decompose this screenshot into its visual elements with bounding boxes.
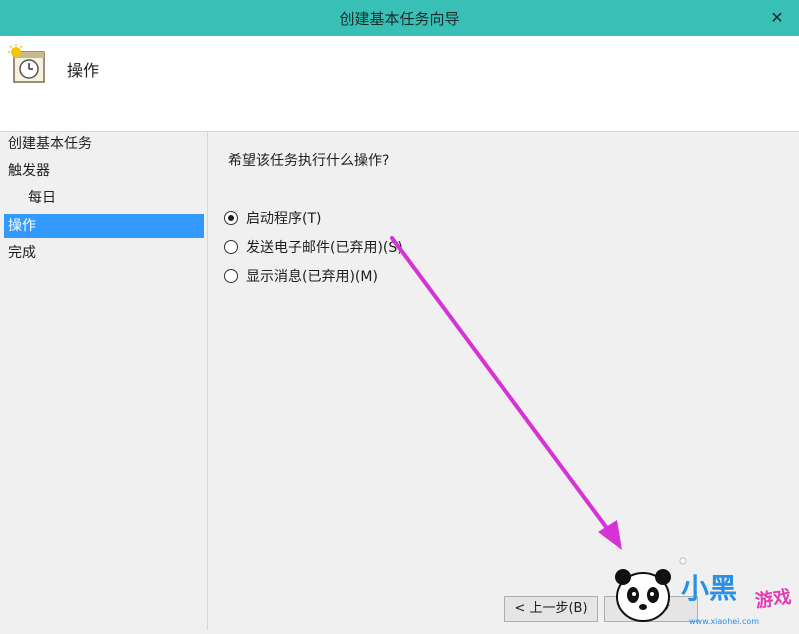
title-bar: 创建基本任务向导 ✕: [0, 0, 799, 36]
option-label: 启动程序(T): [246, 211, 322, 227]
radio-show-message[interactable]: [224, 269, 238, 283]
close-button[interactable]: ✕: [765, 6, 789, 28]
option-show-message[interactable]: 显示消息(已弃用)(M): [224, 265, 378, 287]
option-label: 显示消息(已弃用)(M): [246, 269, 378, 285]
sidebar-item-trigger: 触发器: [8, 163, 50, 179]
action-question: 希望该任务执行什么操作?: [228, 153, 390, 169]
option-label: 发送电子邮件(已弃用)(S): [246, 240, 403, 256]
sidebar-item-daily: 每日: [28, 190, 56, 206]
sidebar-item-action: 操作: [4, 214, 204, 238]
watermark-brand: 小黑: [681, 572, 738, 605]
watermark-url: www.xiaohei.com: [689, 617, 760, 626]
page-title: 操作: [67, 61, 100, 80]
option-start-program[interactable]: 启动程序(T): [224, 207, 321, 229]
option-send-email[interactable]: 发送电子邮件(已弃用)(S): [224, 236, 403, 258]
sidebar-item-finish: 完成: [8, 245, 36, 261]
radio-send-email[interactable]: [224, 240, 238, 254]
back-button[interactable]: < 上一步(B): [504, 596, 598, 622]
wizard-steps-sidebar: 创建基本任务 触发器 每日 操作 完成: [0, 132, 208, 630]
task-clock-icon: [8, 44, 45, 83]
close-icon: ✕: [770, 7, 784, 27]
radio-start-program[interactable]: [224, 211, 238, 225]
sidebar-item-create-task: 创建基本任务: [8, 136, 92, 152]
watermark: 小黑 游戏 www.xiaohei.com: [605, 555, 799, 630]
watermark-game: 游戏: [753, 586, 793, 613]
wizard-header: 操作: [0, 36, 799, 132]
window-title: 创建基本任务向导: [339, 10, 460, 28]
